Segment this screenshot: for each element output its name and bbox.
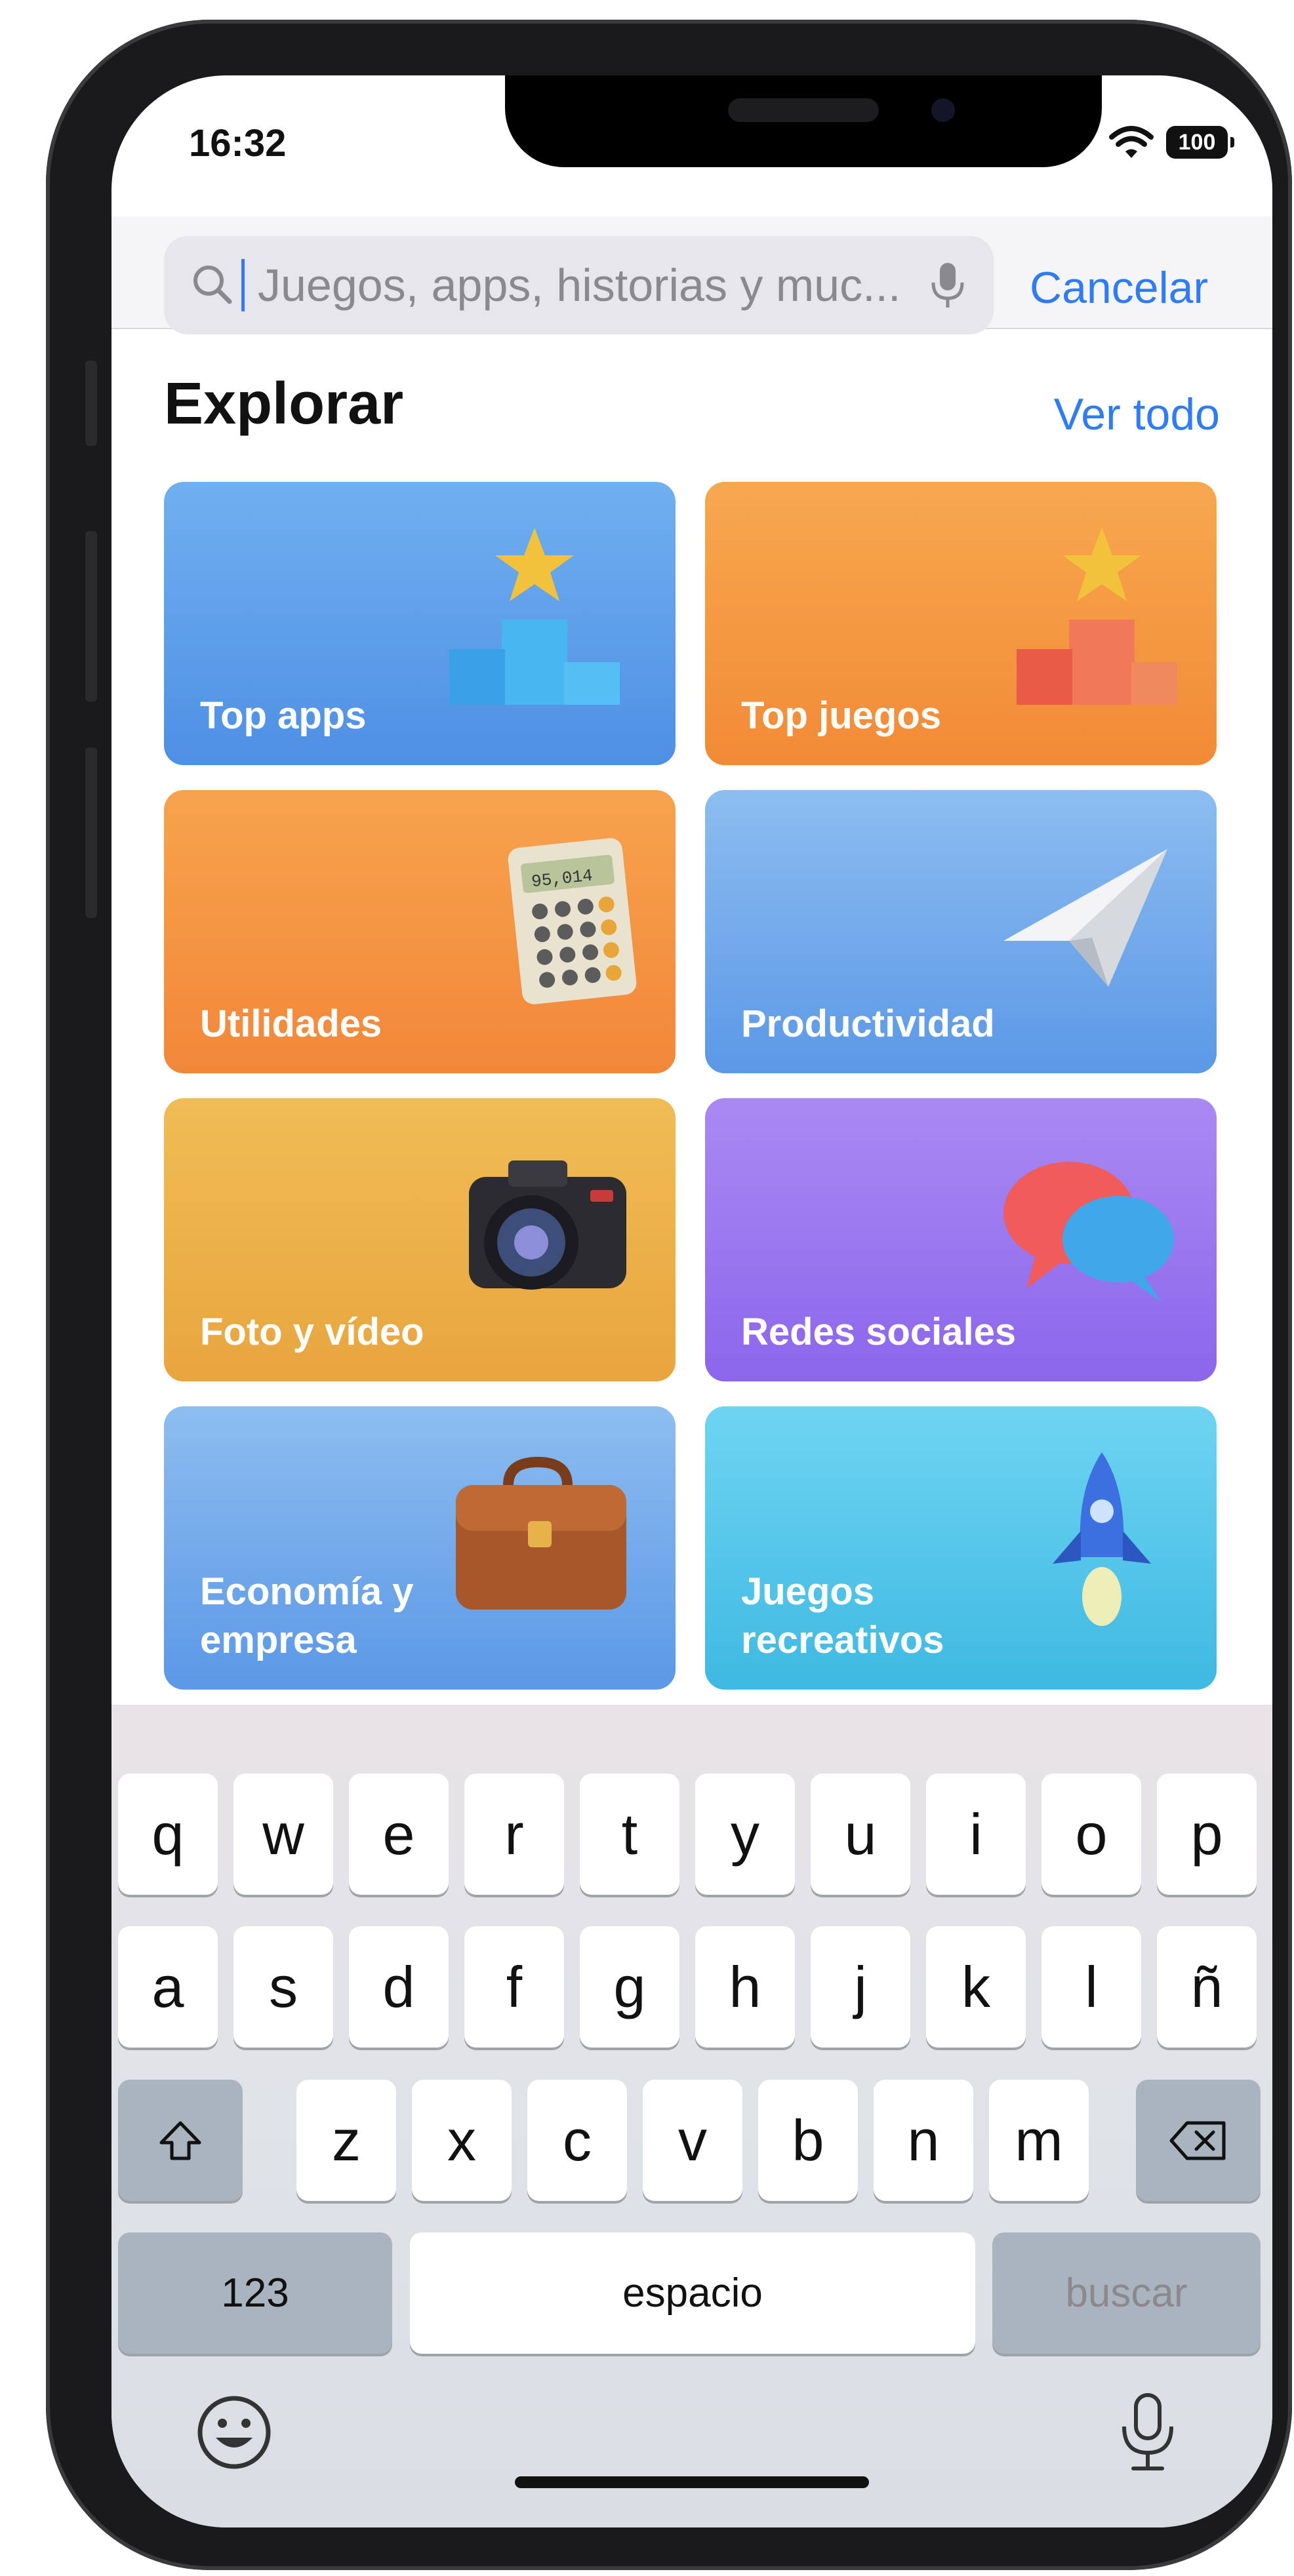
key-e[interactable]: e <box>349 1773 449 1895</box>
key-u[interactable]: u <box>811 1773 910 1895</box>
key-n-tilde[interactable]: ñ <box>1157 1926 1257 2048</box>
space-key[interactable]: espacio <box>410 2232 975 2354</box>
key-w[interactable]: w <box>233 1773 333 1895</box>
key-n[interactable]: n <box>874 2080 973 2201</box>
key-q[interactable]: q <box>118 1773 218 1895</box>
key-d[interactable]: d <box>349 1926 449 2048</box>
search-key[interactable]: buscar <box>992 2232 1261 2354</box>
paper-plane-icon <box>1003 849 1167 987</box>
key-y[interactable]: y <box>695 1773 795 1895</box>
category-tile-foto-y-video[interactable]: Foto y vídeo <box>164 1098 676 1381</box>
microphone-icon[interactable] <box>928 259 967 311</box>
microphone-icon[interactable] <box>1115 2390 1181 2475</box>
speaker-grille <box>728 98 879 122</box>
volume-up-button <box>85 531 97 702</box>
key-b[interactable]: b <box>758 2080 858 2201</box>
category-tile-top-apps[interactable]: Top apps <box>164 482 676 765</box>
text-cursor <box>241 259 245 311</box>
category-label-line2: empresa <box>200 1619 357 1661</box>
shift-key[interactable] <box>118 2080 243 2201</box>
search-input[interactable]: Juegos, apps, historias y muc... <box>164 236 994 334</box>
key-t[interactable]: t <box>580 1773 679 1895</box>
search-bar: Juegos, apps, historias y muc... Cancela… <box>111 216 1272 334</box>
search-icon <box>193 266 232 304</box>
backspace-key[interactable] <box>1136 2080 1261 2201</box>
see-all-link[interactable]: Ver todo <box>1054 389 1220 440</box>
podium-star-icon <box>449 528 620 705</box>
key-v[interactable]: v <box>643 2080 742 2201</box>
volume-down-button <box>85 747 97 918</box>
key-m[interactable]: m <box>989 2080 1089 2201</box>
screen: 16:32 100 Juegos, apps, historias y muc.… <box>111 75 1272 2527</box>
category-label-line1: Economía y <box>200 1570 414 1613</box>
briefcase-icon <box>456 1456 626 1610</box>
category-label: Juegos recreativos <box>741 1568 944 1665</box>
category-tile-utilidades[interactable]: 95,014 Utilidades <box>164 790 676 1073</box>
category-label-line2: recreativos <box>741 1619 944 1661</box>
rocket-icon <box>1053 1452 1151 1626</box>
keyboard: q w e r t y u i o p a s d f g h j k l ñ … <box>111 1705 1272 2527</box>
cancel-button[interactable]: Cancelar <box>1030 262 1208 313</box>
key-i[interactable]: i <box>926 1773 1026 1895</box>
numbers-key[interactable]: 123 <box>118 2232 392 2354</box>
notch <box>505 75 1102 167</box>
shift-icon <box>159 2121 201 2160</box>
key-g[interactable]: g <box>580 1926 679 2048</box>
category-label-line1: Juegos <box>741 1570 875 1613</box>
category-label: Top juegos <box>741 694 942 737</box>
category-tile-redes-sociales[interactable]: Redes sociales <box>705 1098 1217 1381</box>
chat-bubbles-icon <box>1003 1162 1174 1301</box>
key-f[interactable]: f <box>464 1926 564 2048</box>
category-label: Utilidades <box>200 1002 382 1045</box>
key-z[interactable]: z <box>296 2080 396 2201</box>
key-c[interactable]: c <box>527 2080 627 2201</box>
explore-title: Explorar <box>164 371 404 437</box>
key-p[interactable]: p <box>1157 1773 1257 1895</box>
category-label: Top apps <box>200 694 367 737</box>
emoji-icon[interactable] <box>195 2393 273 2472</box>
backspace-icon <box>1169 2121 1226 2160</box>
front-camera <box>931 98 955 122</box>
key-j[interactable]: j <box>811 1926 910 2048</box>
status-time: 16:32 <box>189 122 287 165</box>
calculator-icon: 95,014 <box>508 838 637 1004</box>
key-r[interactable]: r <box>464 1773 564 1895</box>
key-x[interactable]: x <box>412 2080 512 2201</box>
category-label: Economía y empresa <box>200 1568 414 1665</box>
key-l[interactable]: l <box>1041 1926 1141 2048</box>
battery-indicator: 100 <box>1166 126 1234 159</box>
camera-icon <box>469 1160 626 1290</box>
category-label: Redes sociales <box>741 1311 1017 1353</box>
category-label: Foto y vídeo <box>200 1311 424 1353</box>
category-tile-productividad[interactable]: Productividad <box>705 790 1217 1073</box>
category-tile-top-juegos[interactable]: Top juegos <box>705 482 1217 765</box>
key-k[interactable]: k <box>926 1926 1026 2048</box>
wifi-icon <box>1109 126 1154 158</box>
key-a[interactable]: a <box>118 1926 218 2048</box>
key-h[interactable]: h <box>695 1926 795 2048</box>
key-s[interactable]: s <box>233 1926 333 2048</box>
category-tile-economia-y-empresa[interactable]: Economía y empresa <box>164 1406 676 1690</box>
category-label: Productividad <box>741 1002 995 1045</box>
search-placeholder: Juegos, apps, historias y muc... <box>258 260 901 311</box>
home-indicator[interactable] <box>515 2476 869 2488</box>
status-indicators: 100 <box>1108 125 1234 159</box>
key-o[interactable]: o <box>1041 1773 1141 1895</box>
category-tile-juegos-recreativos[interactable]: Juegos recreativos <box>705 1406 1217 1690</box>
mute-switch <box>85 361 97 446</box>
podium-star-icon <box>1017 528 1177 705</box>
